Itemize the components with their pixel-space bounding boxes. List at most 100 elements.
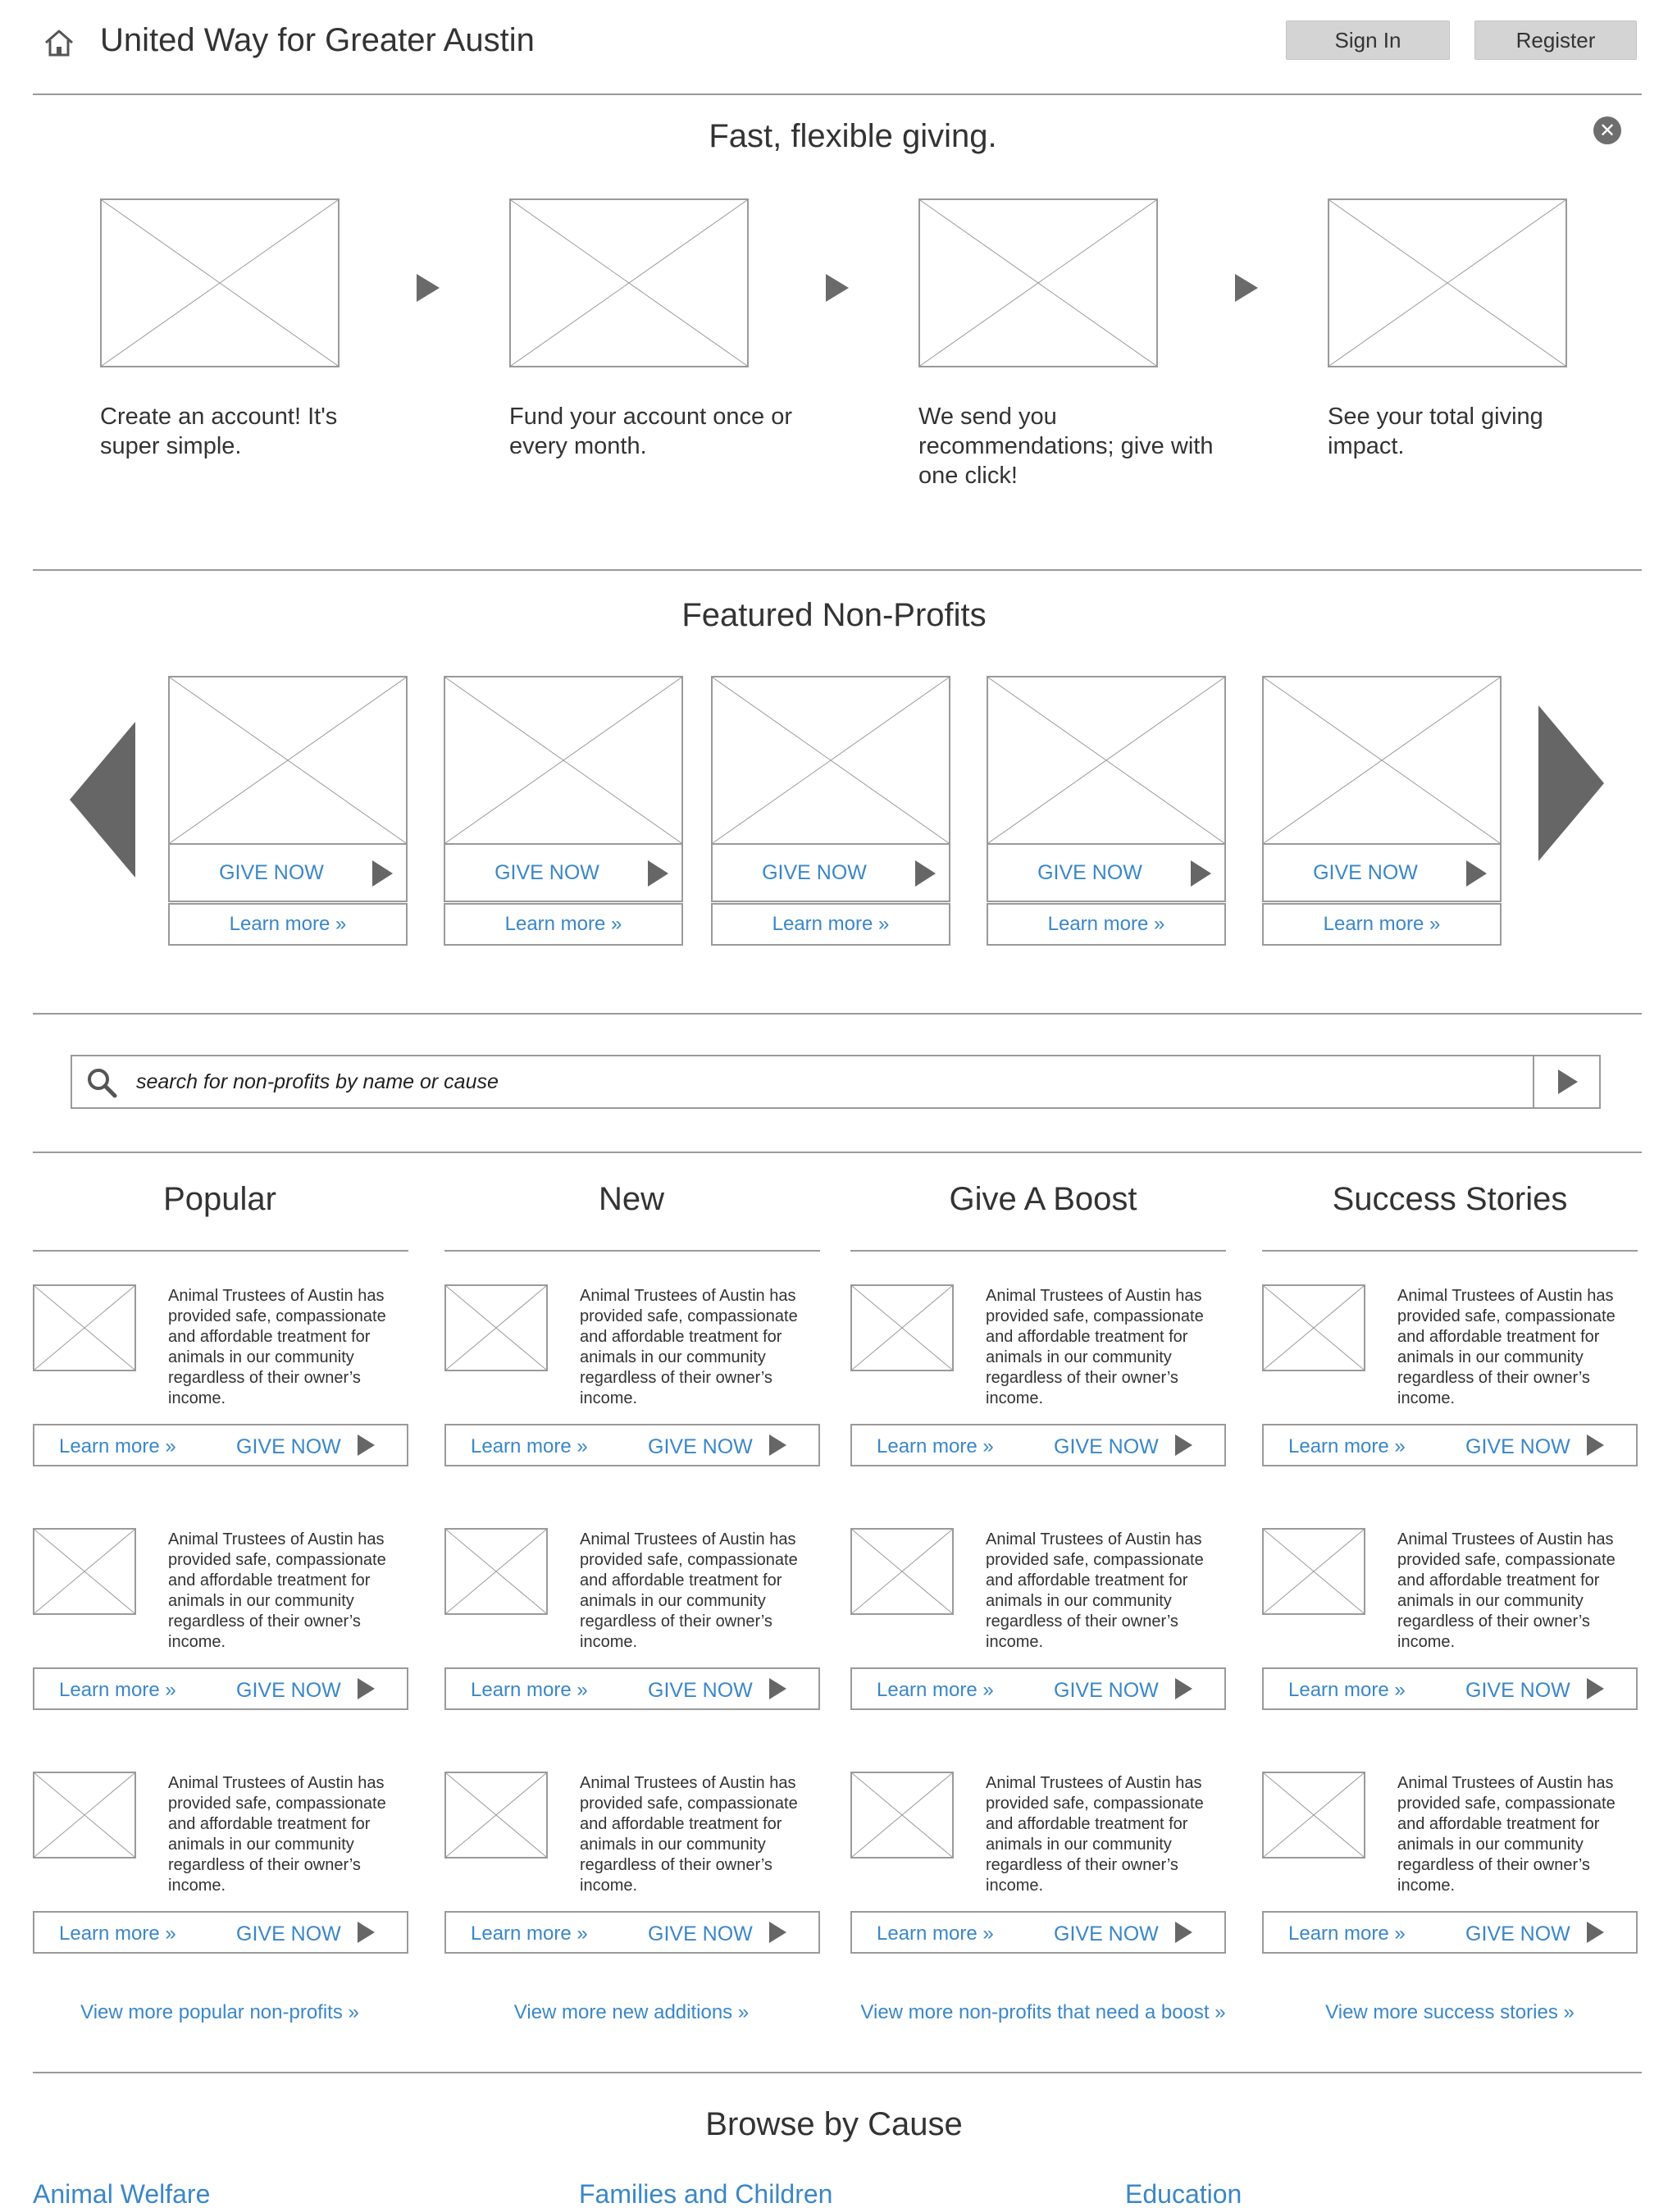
play-icon bbox=[1587, 1434, 1604, 1456]
item-image-placeholder bbox=[33, 1772, 136, 1859]
column-divider bbox=[33, 1250, 408, 1252]
learn-more-link[interactable]: Learn more » bbox=[877, 1435, 994, 1458]
give-now-button[interactable]: GIVE NOW bbox=[236, 1922, 341, 1946]
learn-more-link[interactable]: Learn more » bbox=[471, 1435, 588, 1458]
columns-divider bbox=[33, 2072, 1642, 2073]
learn-more-link[interactable]: Learn more » bbox=[471, 1922, 588, 1945]
featured-image-placeholder bbox=[987, 676, 1226, 845]
step-text: Create an account! It's super simple. bbox=[100, 404, 338, 459]
give-now-button[interactable]: GIVE NOW bbox=[236, 1679, 341, 1703]
play-icon bbox=[769, 1678, 786, 1699]
give-now-button[interactable]: GIVE NOW bbox=[987, 845, 1226, 902]
give-now-button[interactable]: GIVE NOW bbox=[1465, 1679, 1570, 1703]
give-now-button[interactable]: GIVE NOW bbox=[1262, 845, 1502, 902]
learn-more-link[interactable]: Learn more » bbox=[59, 1922, 176, 1945]
play-icon bbox=[1466, 860, 1487, 887]
play-icon bbox=[1587, 1678, 1604, 1699]
item-description: Animal Trustees of Austin has provided s… bbox=[168, 1287, 386, 1407]
view-more-link[interactable]: View more new additions » bbox=[514, 2001, 749, 2024]
item-image-placeholder bbox=[33, 1284, 136, 1371]
cause-link-education[interactable]: Education bbox=[1125, 2179, 1242, 2210]
learn-more-link[interactable]: Learn more » bbox=[168, 903, 408, 946]
give-now-button[interactable]: GIVE NOW bbox=[648, 1435, 753, 1459]
home-icon[interactable] bbox=[43, 28, 75, 57]
give-now-button[interactable]: GIVE NOW bbox=[1465, 1922, 1570, 1946]
cause-link-families-and-children[interactable]: Families and Children bbox=[579, 2179, 832, 2210]
item-description: Animal Trustees of Austin has provided s… bbox=[168, 1530, 386, 1651]
search-submit-button[interactable] bbox=[1533, 1055, 1601, 1109]
give-now-button[interactable]: GIVE NOW bbox=[711, 845, 950, 902]
hero-title: Fast, flexible giving. bbox=[709, 118, 997, 154]
step-image-placeholder bbox=[509, 198, 749, 367]
give-now-button[interactable]: GIVE NOW bbox=[1054, 1435, 1159, 1459]
column-title: Popular bbox=[163, 1181, 276, 1217]
featured-title: Featured Non-Profits bbox=[681, 597, 987, 633]
item-description: Animal Trustees of Austin has provided s… bbox=[986, 1287, 1204, 1407]
sign-in-button[interactable]: Sign In bbox=[1286, 21, 1450, 60]
give-now-button[interactable]: GIVE NOW bbox=[1465, 1435, 1570, 1459]
item-actions: Learn more » GIVE NOW bbox=[33, 1667, 408, 1710]
learn-more-link[interactable]: Learn more » bbox=[59, 1679, 176, 1702]
learn-more-link[interactable]: Learn more » bbox=[987, 903, 1226, 946]
give-now-button[interactable]: GIVE NOW bbox=[168, 845, 408, 902]
step-image-placeholder bbox=[918, 198, 1158, 367]
view-more-link[interactable]: View more success stories » bbox=[1325, 2001, 1575, 2024]
item-actions: Learn more » GIVE NOW bbox=[1262, 1667, 1638, 1710]
give-now-button[interactable]: GIVE NOW bbox=[444, 845, 683, 902]
step-arrow-icon bbox=[1235, 274, 1258, 302]
give-now-button[interactable]: GIVE NOW bbox=[236, 1435, 341, 1459]
view-more-link[interactable]: View more popular non-profits » bbox=[80, 2001, 359, 2024]
give-now-button[interactable]: GIVE NOW bbox=[1054, 1679, 1159, 1703]
learn-more-link[interactable]: Learn more » bbox=[1288, 1922, 1406, 1945]
item-image-placeholder bbox=[444, 1772, 548, 1859]
carousel-prev-icon[interactable] bbox=[70, 722, 135, 878]
give-now-button[interactable]: GIVE NOW bbox=[648, 1922, 753, 1946]
item-description: Animal Trustees of Austin has provided s… bbox=[580, 1287, 798, 1407]
column-title: New bbox=[598, 1181, 665, 1217]
give-now-label: GIVE NOW bbox=[219, 860, 324, 884]
item-actions: Learn more » GIVE NOW bbox=[1262, 1424, 1638, 1466]
step-text: Fund your account once or every month. bbox=[509, 404, 792, 459]
close-icon[interactable]: ✕ bbox=[1593, 116, 1621, 144]
carousel-next-icon[interactable] bbox=[1538, 705, 1604, 861]
learn-more-link[interactable]: Learn more » bbox=[1262, 903, 1502, 946]
item-description: Animal Trustees of Austin has provided s… bbox=[1397, 1530, 1616, 1651]
give-now-label: GIVE NOW bbox=[762, 860, 867, 884]
give-now-button[interactable]: GIVE NOW bbox=[1054, 1922, 1159, 1946]
play-icon bbox=[358, 1434, 375, 1456]
item-image-placeholder bbox=[850, 1284, 954, 1371]
item-image-placeholder bbox=[444, 1284, 548, 1371]
learn-more-link[interactable]: Learn more » bbox=[877, 1679, 994, 1702]
give-now-button[interactable]: GIVE NOW bbox=[648, 1679, 753, 1703]
learn-more-link[interactable]: Learn more » bbox=[1288, 1435, 1406, 1458]
item-description: Animal Trustees of Austin has provided s… bbox=[580, 1530, 798, 1651]
item-description: Animal Trustees of Austin has provided s… bbox=[1397, 1774, 1616, 1895]
play-icon bbox=[915, 860, 936, 887]
featured-image-placeholder bbox=[168, 676, 408, 845]
play-icon bbox=[1175, 1922, 1192, 1943]
give-now-label: GIVE NOW bbox=[1313, 860, 1418, 884]
register-button[interactable]: Register bbox=[1474, 21, 1637, 60]
item-actions: Learn more » GIVE NOW bbox=[33, 1911, 408, 1954]
view-more-link[interactable]: View more non-profits that need a boost … bbox=[860, 2001, 1225, 2024]
learn-more-link[interactable]: Learn more » bbox=[59, 1435, 176, 1458]
learn-more-link[interactable]: Learn more » bbox=[444, 903, 683, 946]
play-icon bbox=[769, 1434, 786, 1456]
play-icon bbox=[358, 1922, 375, 1943]
featured-image-placeholder bbox=[1262, 676, 1502, 845]
step-text: See your total giving impact. bbox=[1328, 404, 1543, 459]
give-now-label: GIVE NOW bbox=[494, 860, 599, 884]
learn-more-link[interactable]: Learn more » bbox=[711, 903, 950, 946]
browse-title: Browse by Cause bbox=[705, 2106, 963, 2142]
search-input[interactable] bbox=[136, 1060, 1530, 1103]
item-actions: Learn more » GIVE NOW bbox=[1262, 1911, 1638, 1954]
column-title: Give A Boost bbox=[949, 1181, 1137, 1217]
column-divider bbox=[1262, 1250, 1638, 1252]
learn-more-link[interactable]: Learn more » bbox=[1288, 1679, 1406, 1702]
cause-link-animal-welfare[interactable]: Animal Welfare bbox=[33, 2179, 210, 2210]
learn-more-link[interactable]: Learn more » bbox=[471, 1679, 588, 1702]
learn-more-link[interactable]: Learn more » bbox=[877, 1922, 994, 1945]
column-divider bbox=[444, 1250, 820, 1252]
play-icon bbox=[769, 1922, 786, 1943]
featured-divider bbox=[33, 1013, 1642, 1015]
